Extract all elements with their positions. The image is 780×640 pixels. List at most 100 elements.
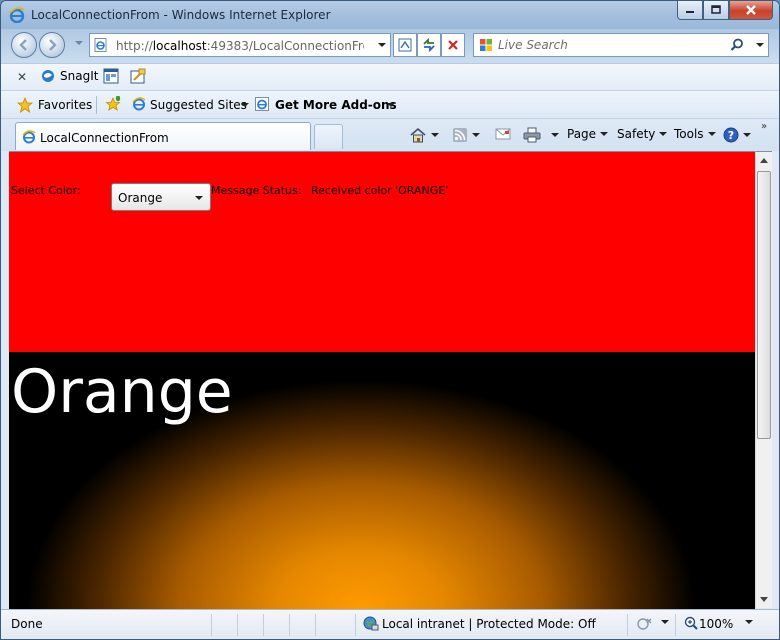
safety-menu[interactable]: Safety (617, 127, 668, 141)
window-title: LocalConnectionFrom - Windows Internet E… (31, 8, 331, 22)
svg-text:?: ? (728, 129, 734, 142)
address-dropdown[interactable] (378, 43, 386, 47)
select-color-label: Select Color: (11, 184, 81, 197)
scroll-up-button[interactable] (756, 152, 772, 168)
suggested-sites-button[interactable]: Suggested Sites (150, 98, 247, 112)
feeds-dropdown[interactable] (472, 133, 480, 137)
navigation-bar: http://localhost:49383/LocalConnectionFr… (1, 29, 779, 63)
safety-dropdown (659, 132, 668, 136)
scroll-up-icon (760, 158, 768, 163)
suggested-sites-icon (132, 97, 146, 111)
scroll-down-button[interactable] (756, 592, 772, 608)
recent-pages-dropdown[interactable] (75, 41, 83, 45)
get-more-addons-button[interactable]: Get More Add-ons (275, 98, 397, 112)
print-button[interactable] (523, 127, 559, 143)
close-icon (746, 5, 756, 15)
address-url: http://localhost:49383/LocalConnectionFr… (116, 39, 364, 53)
snagit-button[interactable]: SnagIt (60, 69, 98, 83)
print-dropdown[interactable] (551, 133, 559, 137)
search-box[interactable] (473, 33, 769, 57)
help-button[interactable]: ? (723, 127, 751, 143)
back-button[interactable] (11, 32, 37, 58)
status-divider (211, 614, 212, 636)
status-text: Done (11, 617, 43, 631)
chevron-more-icon[interactable]: » (761, 121, 767, 132)
stop-icon (448, 40, 458, 50)
feeds-icon (453, 128, 467, 142)
mail-icon (495, 128, 511, 140)
browser-window: LocalConnectionFrom - Windows Internet E… (0, 0, 780, 640)
home-icon (410, 127, 426, 143)
page-menu[interactable]: Page (567, 127, 609, 141)
close-window-button[interactable] (729, 1, 773, 20)
capture-window-icon[interactable] (103, 68, 119, 84)
scrollbar-thumb[interactable] (757, 171, 771, 439)
favorites-button[interactable]: Favorites (38, 98, 92, 112)
security-zone-text[interactable]: Local intranet | Protected Mode: Off (382, 617, 596, 631)
protected-mode-icon[interactable] (637, 617, 653, 631)
tab-localconnectionfrom[interactable]: LocalConnectionFrom (15, 122, 311, 150)
status-divider (355, 614, 356, 636)
search-options-dropdown[interactable] (756, 43, 764, 47)
scroll-down-icon (760, 597, 768, 602)
page-menu-label: Page (567, 127, 597, 141)
status-divider (315, 614, 316, 636)
add-to-favorites-bar-icon[interactable] (105, 96, 121, 112)
snagit-icon (42, 70, 54, 82)
forward-button[interactable] (39, 32, 65, 58)
status-divider (289, 614, 290, 636)
compatibility-view-button[interactable] (393, 33, 417, 57)
back-arrow-icon (19, 39, 27, 51)
addons-dropdown[interactable] (387, 103, 395, 107)
zoom-level[interactable]: 100% (699, 617, 733, 631)
page-viewport: Select Color: Orange Message Status: Rec… (9, 151, 755, 609)
home-dropdown[interactable] (431, 133, 439, 137)
refresh-button[interactable] (417, 33, 441, 57)
zoom-dropdown[interactable] (745, 620, 753, 624)
home-button[interactable] (409, 127, 439, 143)
zoom-icon (684, 616, 698, 630)
page-icon (94, 38, 107, 52)
tab-row: LocalConnectionFrom Page Safety Tools ? (1, 118, 779, 151)
vertical-scrollbar[interactable] (755, 151, 772, 608)
ie-logo-icon (9, 7, 25, 23)
search-icon[interactable] (730, 38, 744, 52)
status-bar: Done Local intranet | Protected Mode: Of… (1, 609, 779, 639)
message-status-label: Message Status: (211, 184, 302, 197)
safety-menu-label: Safety (617, 127, 656, 141)
address-bar[interactable]: http://localhost:49383/LocalConnectionFr… (89, 33, 391, 57)
search-input[interactable] (498, 37, 698, 53)
stop-button[interactable] (441, 33, 465, 57)
feeds-button[interactable] (452, 127, 480, 143)
tab-label: LocalConnectionFrom (40, 131, 169, 145)
snagit-toolbar: ✕ SnagIt (1, 63, 779, 90)
minimize-button[interactable] (677, 1, 703, 20)
read-mail-button[interactable] (495, 127, 511, 141)
compatibility-icon (398, 38, 412, 52)
toolbar-close-icon[interactable]: ✕ (17, 70, 27, 84)
color-select-panel: Select Color: Orange Message Status: Rec… (9, 152, 755, 352)
help-icon: ? (723, 127, 739, 143)
color-display-text: Orange (11, 357, 233, 427)
status-divider (237, 614, 238, 636)
color-select[interactable]: Orange (111, 183, 211, 211)
tools-dropdown (707, 132, 716, 136)
tools-menu[interactable]: Tools (674, 127, 716, 141)
printer-icon (523, 127, 541, 143)
color-display-panel: Orange (9, 352, 755, 609)
color-select-value: Orange (118, 191, 163, 205)
windows-logo-icon (480, 39, 492, 51)
status-divider (675, 614, 676, 636)
protected-mode-dropdown[interactable] (661, 620, 669, 624)
suggested-sites-dropdown[interactable] (241, 103, 249, 107)
maximize-button[interactable] (703, 1, 729, 20)
favorites-bar: Favorites Suggested Sites Get More Add-o… (1, 90, 779, 119)
forward-arrow-icon (49, 39, 57, 51)
refresh-icon (423, 38, 435, 52)
capture-edit-icon[interactable] (130, 68, 146, 84)
new-tab-button[interactable] (314, 124, 343, 149)
intranet-zone-icon (363, 616, 379, 631)
maximize-icon (711, 5, 721, 14)
page-dropdown (600, 132, 609, 136)
favorites-separator (96, 96, 97, 114)
